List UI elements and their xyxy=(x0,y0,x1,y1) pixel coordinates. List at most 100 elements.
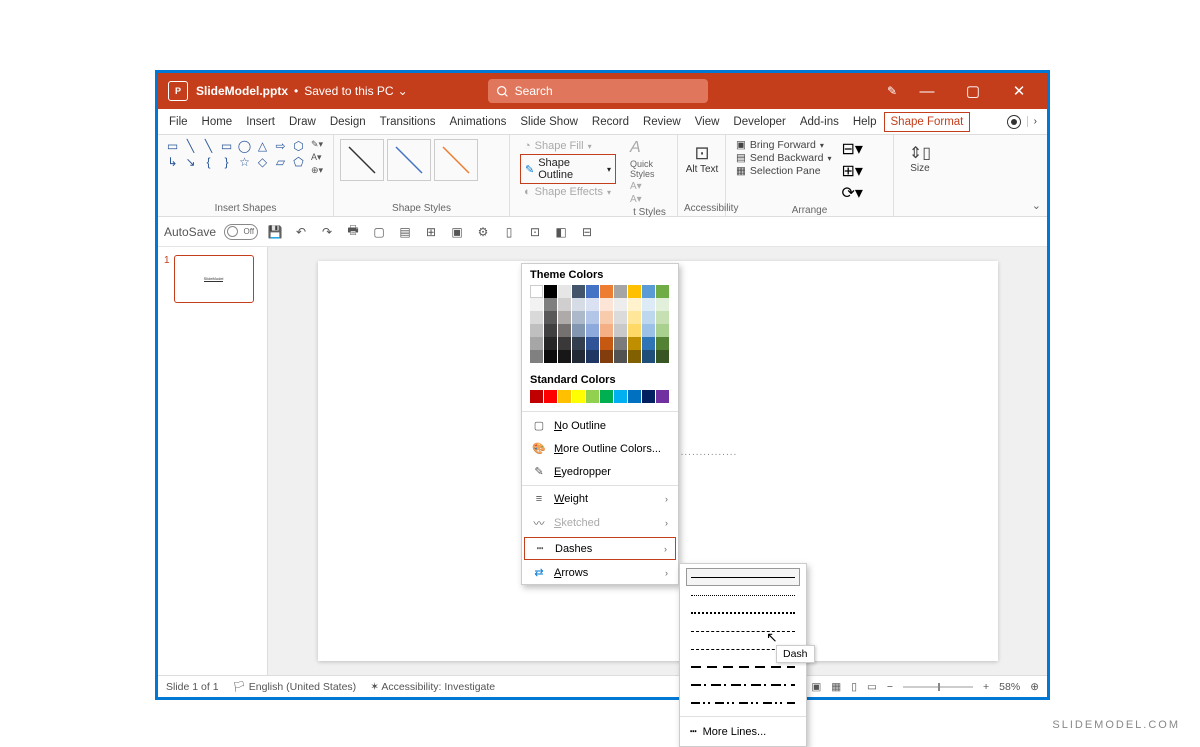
no-outline-item[interactable]: ▢No Outline xyxy=(522,414,678,437)
qat-icon-1[interactable]: 🖶 xyxy=(344,221,362,242)
search-input[interactable]: Search xyxy=(488,79,708,103)
text-fill-icon[interactable]: A▾ xyxy=(630,181,642,192)
qat-icon-2[interactable]: ▢ xyxy=(370,225,388,239)
view-sorter-icon[interactable]: ▦ xyxy=(831,681,841,693)
fit-to-window-icon[interactable]: ⊕ xyxy=(1030,681,1039,693)
dash-dash[interactable] xyxy=(686,622,800,640)
color-swatch[interactable] xyxy=(558,390,571,403)
color-swatch[interactable] xyxy=(572,390,585,403)
qat-icon-5[interactable]: ▣ xyxy=(448,225,466,239)
slide-thumbnail-1[interactable]: SlideModel xyxy=(174,255,254,303)
minimize-button[interactable]: — xyxy=(911,79,943,103)
tab-home[interactable]: Home xyxy=(195,111,240,133)
tab-transitions[interactable]: Transitions xyxy=(373,111,443,133)
maximize-button[interactable]: ▢ xyxy=(957,79,989,103)
redo-icon[interactable]: ↷ xyxy=(318,225,336,239)
view-slideshow-icon[interactable]: ▭ xyxy=(867,681,877,693)
color-swatch[interactable] xyxy=(628,390,641,403)
tab-record[interactable]: Record xyxy=(585,111,636,133)
zoom-in-button[interactable]: + xyxy=(983,681,989,693)
separator-dot: • xyxy=(294,84,298,98)
more-lines-item[interactable]: ┅More Lines... xyxy=(680,721,806,742)
align-button[interactable]: ⊟▾ xyxy=(841,139,862,159)
chevron-down-icon[interactable]: ⌄ xyxy=(398,84,408,98)
pen-icon[interactable]: ✎ xyxy=(887,84,897,98)
color-swatch[interactable] xyxy=(614,390,627,403)
tab-view[interactable]: View xyxy=(688,111,727,133)
zoom-out-button[interactable]: − xyxy=(887,681,893,693)
tab-developer[interactable]: Developer xyxy=(726,111,792,133)
tab-animations[interactable]: Animations xyxy=(442,111,513,133)
qat-icon-6[interactable]: ⚙ xyxy=(474,225,492,239)
weight-item[interactable]: ≡Weight› xyxy=(522,488,678,510)
group-label-shape-styles: Shape Styles xyxy=(340,201,503,216)
color-swatch[interactable] xyxy=(530,390,543,403)
qat-icon-4[interactable]: ⊞ xyxy=(422,225,440,239)
zoom-slider[interactable] xyxy=(903,686,973,688)
size-icon[interactable]: ⇕▯ xyxy=(909,145,931,162)
qat-icon-7[interactable]: ▯ xyxy=(500,225,518,239)
qat-icon-9[interactable]: ◧ xyxy=(552,225,570,239)
dash-long-dash-dot-dot[interactable] xyxy=(686,694,800,712)
close-button[interactable]: ✕ xyxy=(1003,79,1035,103)
record-icon[interactable] xyxy=(1007,115,1021,129)
edit-shape-icon[interactable]: ✎▾ xyxy=(311,139,323,150)
tab-overflow-button[interactable]: › xyxy=(1027,116,1037,127)
view-normal-icon[interactable]: ▣ xyxy=(811,681,821,693)
merge-shapes-icon[interactable]: ⊕▾ xyxy=(311,165,323,176)
save-icon[interactable]: 💾 xyxy=(266,225,284,239)
color-swatch[interactable] xyxy=(600,390,613,403)
more-colors-item[interactable]: 🎨More Outline Colors... xyxy=(522,437,678,460)
autosave-toggle[interactable]: Off xyxy=(224,224,258,240)
powerpoint-logo-icon: P xyxy=(168,81,188,101)
text-outline-icon[interactable]: A▾ xyxy=(630,194,642,205)
group-label-wordart: t Styles xyxy=(628,205,671,220)
eyedropper-item[interactable]: ✎Eyedropper xyxy=(522,460,678,483)
color-swatch[interactable] xyxy=(656,390,669,403)
tab-slideshow[interactable]: Slide Show xyxy=(513,111,585,133)
text-box-icon[interactable]: A▾ xyxy=(311,152,323,163)
color-swatch[interactable] xyxy=(544,390,557,403)
dash-round-dot[interactable] xyxy=(686,586,800,604)
dash-solid[interactable] xyxy=(686,568,800,586)
slide-counter[interactable]: Slide 1 of 1 xyxy=(166,681,219,693)
view-reading-icon[interactable]: ▯ xyxy=(851,681,857,693)
arrows-item[interactable]: ⇄Arrows› xyxy=(522,561,678,584)
shape-style-gallery[interactable] xyxy=(340,139,503,181)
standard-color-row[interactable] xyxy=(522,390,678,409)
shape-outline-button[interactable]: ✎Shape Outline▾ xyxy=(520,154,616,184)
qat-icon-10[interactable]: ⊟ xyxy=(578,225,596,239)
send-backward-button[interactable]: ▤Send Backward▾ xyxy=(732,152,835,164)
undo-icon[interactable]: ↶ xyxy=(292,225,310,239)
ribbon-collapse-button[interactable]: ⌄ xyxy=(1032,199,1041,212)
qat-icon-8[interactable]: ⊡ xyxy=(526,225,544,239)
tab-help[interactable]: Help xyxy=(846,111,884,133)
theme-color-grid[interactable] xyxy=(522,285,678,369)
quick-styles-button[interactable]: A xyxy=(630,139,671,157)
shape-effects-button[interactable]: ◐Shape Effects▾ xyxy=(520,185,616,199)
selection-pane-button[interactable]: ▦Selection Pane xyxy=(732,165,835,177)
dash-long-dash-dot[interactable] xyxy=(686,676,800,694)
color-swatch[interactable] xyxy=(586,390,599,403)
dashes-item[interactable]: ┅Dashes› xyxy=(524,537,676,560)
tab-design[interactable]: Design xyxy=(323,111,373,133)
tab-insert[interactable]: Insert xyxy=(239,111,282,133)
rotate-button[interactable]: ⟳▾ xyxy=(841,183,862,203)
tab-addins[interactable]: Add-ins xyxy=(793,111,846,133)
language-status[interactable]: 🏳 English (United States) xyxy=(233,680,357,693)
tab-draw[interactable]: Draw xyxy=(282,111,323,133)
shapes-gallery[interactable]: ▭╲╲▭◯△⇨⬡ ↳↘{}☆◇▱⬠ xyxy=(164,139,307,176)
file-name: SlideModel.pptx xyxy=(196,84,288,98)
color-swatch[interactable] xyxy=(642,390,655,403)
qat-icon-3[interactable]: ▤ xyxy=(396,225,414,239)
tab-shape-format[interactable]: Shape Format xyxy=(884,112,971,132)
zoom-level[interactable]: 58% xyxy=(999,681,1020,693)
group-button[interactable]: ⊞▾ xyxy=(841,161,862,181)
alt-text-button[interactable]: ⊡ Alt Text xyxy=(684,139,720,175)
accessibility-status[interactable]: ✶ Accessibility: Investigate xyxy=(370,681,495,693)
tab-review[interactable]: Review xyxy=(636,111,688,133)
bring-forward-button[interactable]: ▣Bring Forward▾ xyxy=(732,139,835,151)
dash-square-dot[interactable] xyxy=(686,604,800,622)
shape-fill-button[interactable]: ◔Shape Fill▾ xyxy=(520,139,616,153)
tab-file[interactable]: File xyxy=(162,111,195,133)
